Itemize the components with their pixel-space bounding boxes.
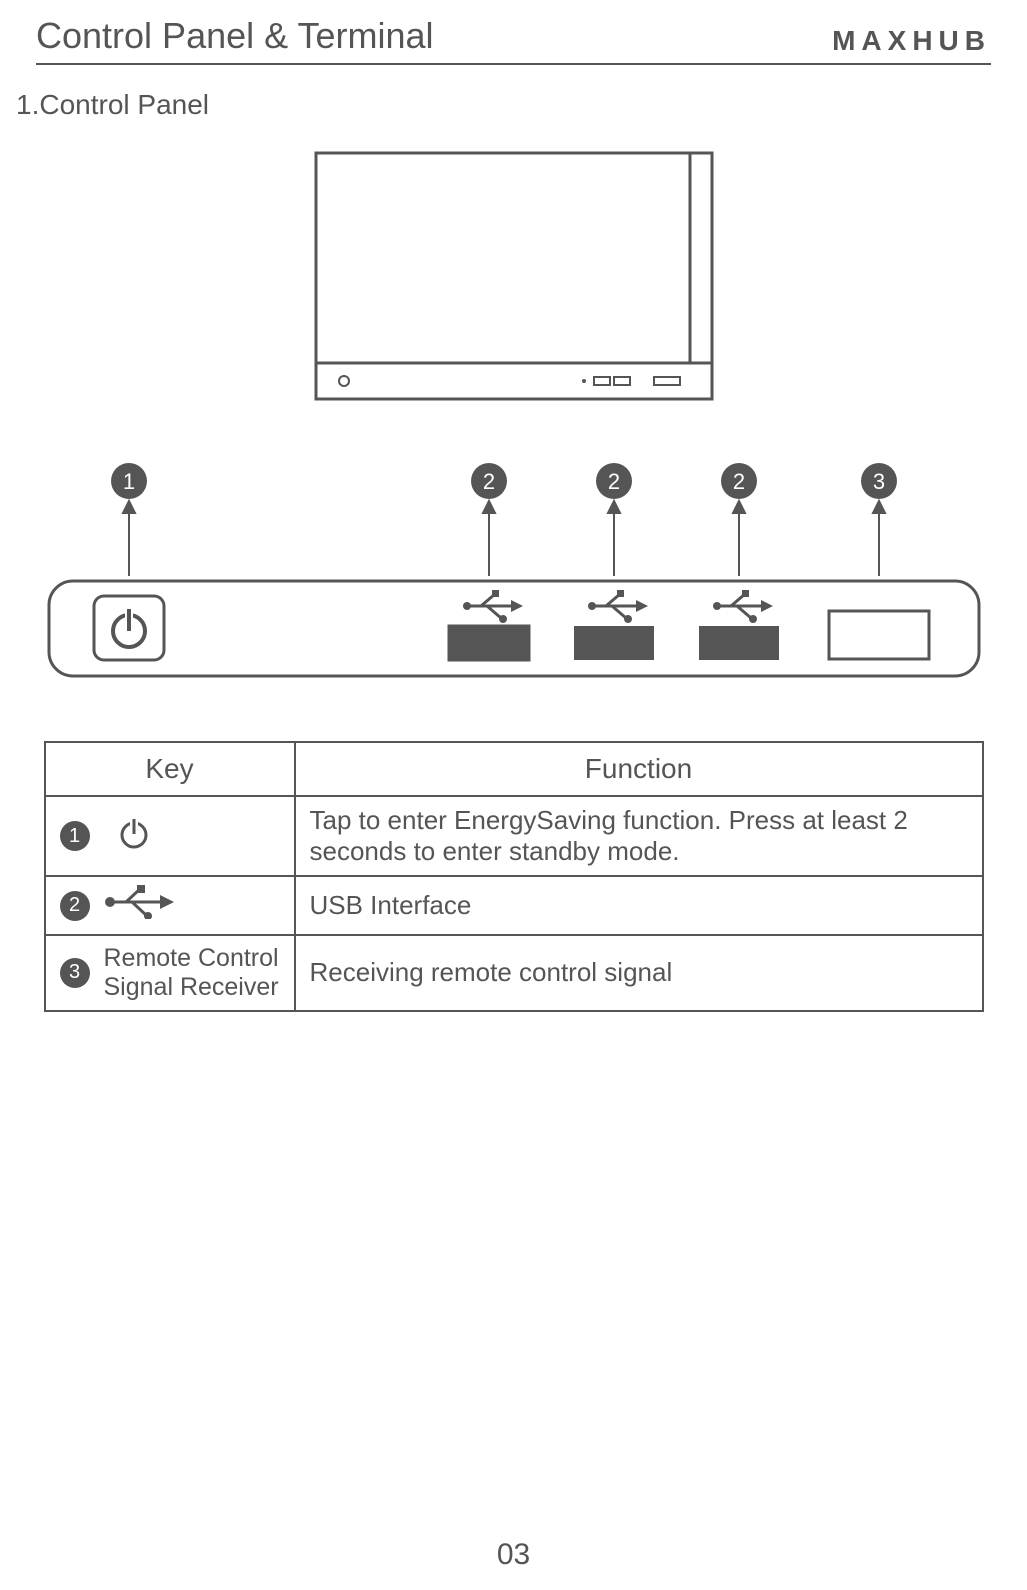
callout-2a: 2	[471, 463, 507, 499]
page-number: 03	[0, 1538, 1027, 1572]
key-text-3: Remote Control Signal Receiver	[104, 944, 280, 1002]
monitor-icon	[314, 151, 714, 401]
page-header: Control Panel & Terminal MAXHUB	[36, 15, 991, 65]
function-cell-3: Receiving remote control signal	[295, 935, 983, 1011]
callout-2c: 2	[721, 463, 757, 499]
control-panel-diagram: 1 2 2 2 3	[36, 461, 991, 681]
section-title: 1.Control Panel	[16, 89, 991, 121]
svg-text:2: 2	[482, 469, 494, 494]
usb-port-1-icon	[449, 590, 529, 660]
badge-1: 1	[60, 821, 90, 851]
usb-port-3-icon	[699, 590, 779, 660]
table-row: 2	[45, 876, 983, 935]
svg-text:1: 1	[122, 469, 134, 494]
page-title: Control Panel & Terminal	[36, 15, 434, 57]
svg-text:3: 3	[872, 469, 884, 494]
table-header-key: Key	[45, 742, 295, 796]
function-cell-1: Tap to enter EnergySaving function. Pres…	[295, 796, 983, 876]
receiver-window-icon	[829, 611, 929, 659]
panel-diagram-svg: 1 2 2 2 3	[39, 461, 989, 681]
badge-2: 2	[60, 891, 90, 921]
power-icon	[104, 816, 164, 857]
device-illustration	[36, 151, 991, 401]
svg-text:2: 2	[607, 469, 619, 494]
function-table: Key Function 1	[44, 741, 984, 1012]
callout-2b: 2	[596, 463, 632, 499]
callout-1: 1	[111, 463, 147, 499]
brand-logo: MAXHUB	[832, 25, 991, 57]
power-button-icon	[94, 596, 164, 660]
callout-3: 3	[861, 463, 897, 499]
table-row: 1 Tap to enter EnergySaving function. Pr…	[45, 796, 983, 876]
function-cell-2: USB Interface	[295, 876, 983, 935]
usb-icon	[104, 885, 164, 926]
svg-text:2: 2	[732, 469, 744, 494]
table-row: 3 Remote Control Signal Receiver Receivi…	[45, 935, 983, 1011]
usb-port-2-icon	[574, 590, 654, 660]
table-header-function: Function	[295, 742, 983, 796]
badge-3: 3	[60, 958, 90, 988]
